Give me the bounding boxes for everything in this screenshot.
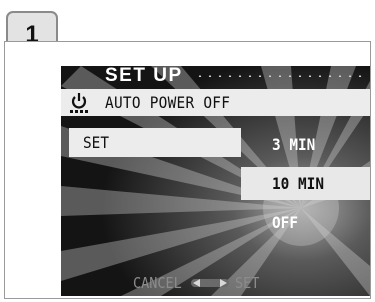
auto-power-off-header: AUTO POWER OFF (61, 89, 370, 116)
option-3-min[interactable]: 3 MIN (241, 128, 370, 161)
option-off[interactable]: OFF (241, 206, 370, 239)
set-menu-item[interactable]: SET (69, 128, 241, 157)
cancel-hint: CANCEL (133, 273, 182, 292)
header-label: AUTO POWER OFF (105, 93, 231, 112)
footer-hint: CANCEL SET (133, 272, 262, 292)
menu-title: SET UP (105, 66, 183, 86)
camera-lcd-screen: SET UP AUTO POWER OFF SET 3 MIN 10 MIN O… (61, 66, 370, 296)
option-label: 3 MIN (272, 135, 316, 154)
option-10-min[interactable]: 10 MIN (241, 167, 370, 200)
title-dotted-line (195, 75, 366, 77)
option-label: OFF (272, 213, 299, 232)
power-icon (70, 93, 88, 113)
option-label: 10 MIN (272, 174, 325, 193)
set-hint: SET (235, 273, 260, 292)
left-right-arrows-icon (187, 276, 233, 290)
set-label: SET (83, 133, 110, 152)
